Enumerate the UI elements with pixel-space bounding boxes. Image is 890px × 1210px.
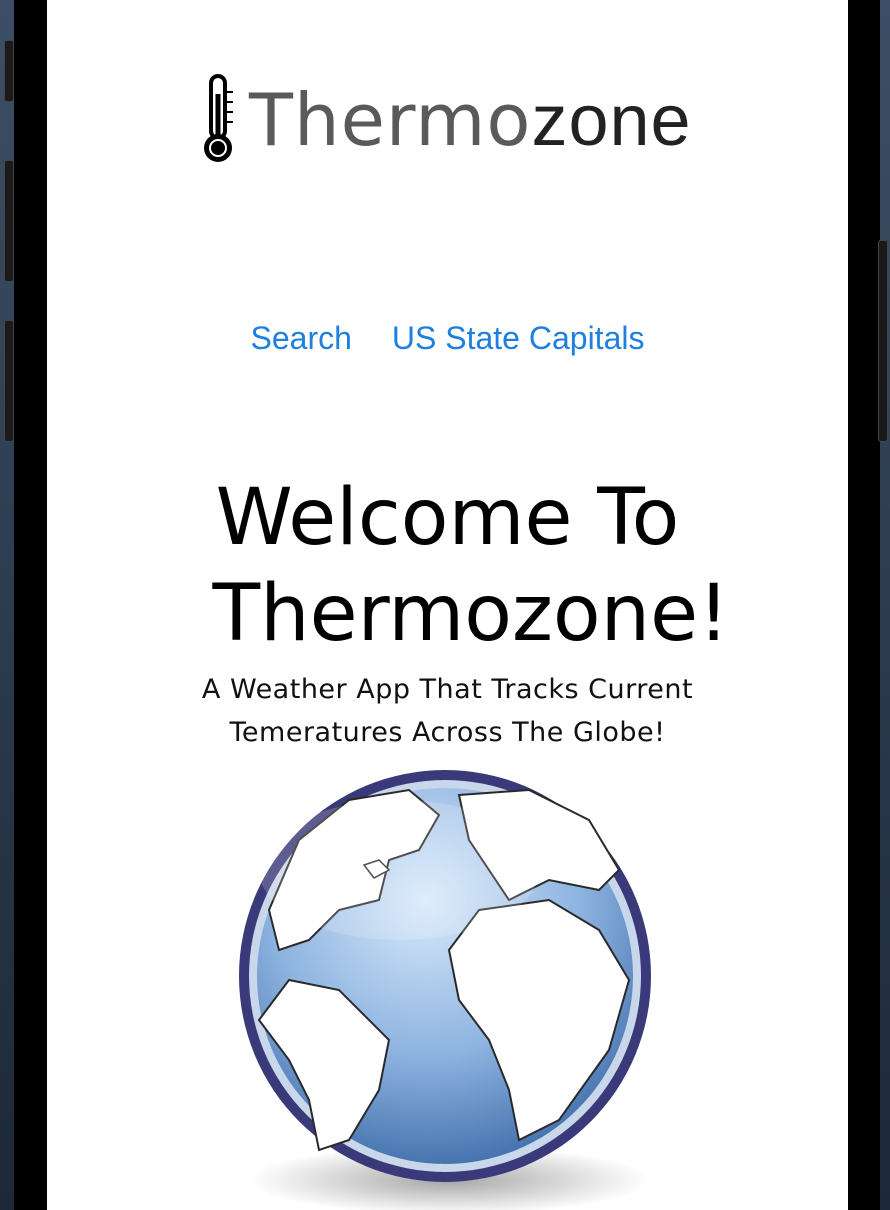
- brand-wordmark: Thermozone: [249, 80, 692, 161]
- thermometer-icon: [204, 74, 233, 162]
- page-title-text: Welcome To Thermozone!: [212, 473, 730, 659]
- page-subtitle-text: A Weather App That Tracks Current Temera…: [201, 674, 694, 748]
- page-subtitle: A Weather App That Tracks Current Temera…: [47, 668, 848, 754]
- nav-link-us-state-capitals[interactable]: US State Capitals: [392, 320, 645, 357]
- brand-wordmark-light: zone: [531, 81, 692, 161]
- silent-switch: [4, 320, 14, 442]
- main-nav: Search US State Capitals: [47, 320, 848, 357]
- app-screen: Thermozone Search US State Capitals Welc…: [47, 0, 848, 1210]
- page-title: Welcome To Thermozone!: [47, 470, 848, 662]
- globe-illustration: [239, 770, 651, 1210]
- brand-wordmark-bold: Thermo: [249, 78, 532, 162]
- volume-up-button: [4, 40, 14, 102]
- brand-logo[interactable]: Thermozone: [197, 74, 707, 164]
- volume-down-button: [4, 160, 14, 282]
- power-button: [878, 240, 888, 442]
- nav-link-search[interactable]: Search: [251, 320, 352, 357]
